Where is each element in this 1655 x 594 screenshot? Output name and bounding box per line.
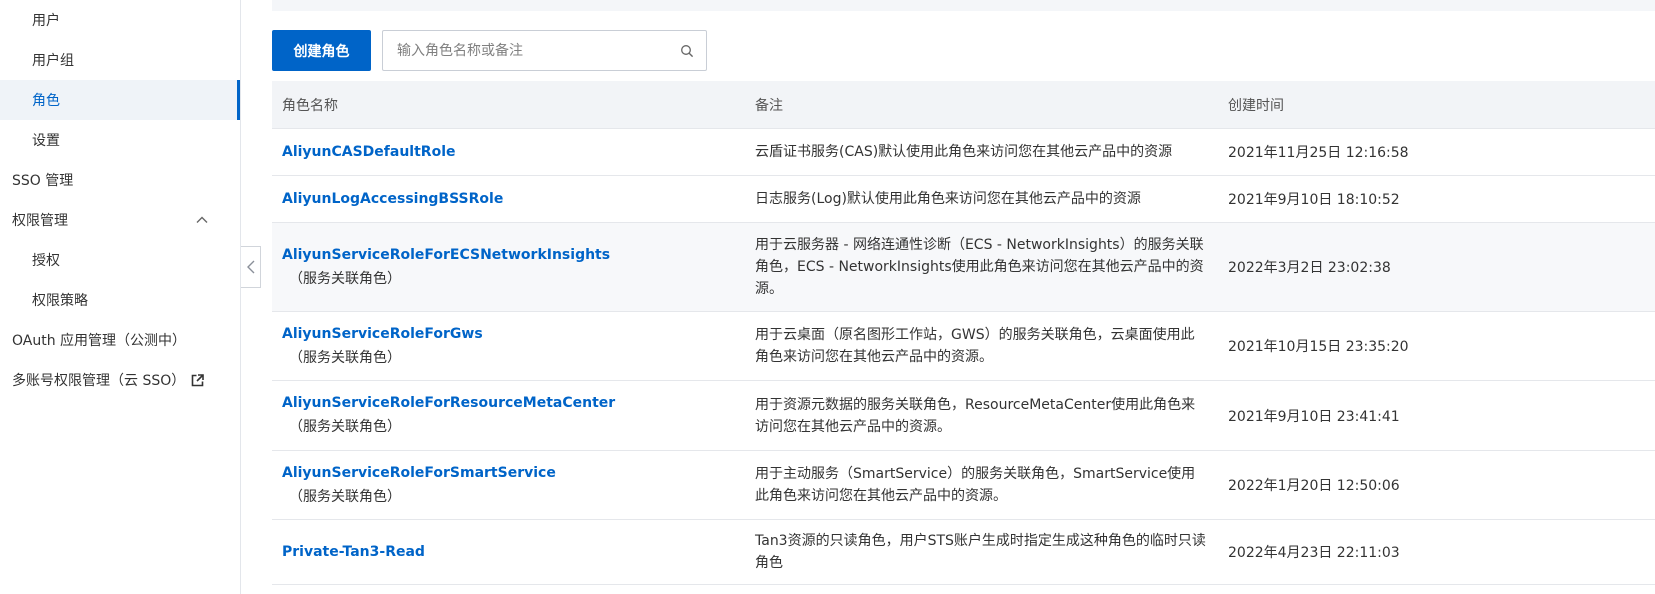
table-row: AliyunServiceRoleForGws （服务关联角色） 用于云桌面（原… bbox=[272, 312, 1655, 381]
column-header-created: 创建时间 bbox=[1228, 97, 1284, 114]
table-row: AliyunServiceRoleForECSNetworkInsights （… bbox=[272, 223, 1655, 312]
sidebar-item-label: SSO 管理 bbox=[12, 173, 74, 189]
chevron-left-icon bbox=[246, 260, 254, 274]
sidebar-item-oauth[interactable]: OAuth 应用管理（公测中） bbox=[0, 320, 240, 360]
sidebar-item-grants[interactable]: 授权 bbox=[0, 240, 240, 280]
service-linked-role-tag: （服务关联角色） bbox=[289, 270, 401, 287]
sidebar-item-users[interactable]: 用户 bbox=[0, 0, 240, 40]
column-header-name: 角色名称 bbox=[282, 97, 338, 114]
sidebar-collapse-handle[interactable] bbox=[241, 246, 261, 288]
external-link-icon bbox=[191, 373, 205, 386]
role-name-link[interactable]: AliyunCASDefaultRole bbox=[282, 144, 745, 160]
role-name-link[interactable]: AliyunServiceRoleForECSNetworkInsights bbox=[282, 247, 745, 263]
sidebar-item-label: 授权 bbox=[32, 253, 60, 269]
role-note: Tan3资源的只读角色，用户STS账户生成时指定生成这种角色的临时只读角色 bbox=[755, 533, 1206, 571]
sidebar-item-label: 角色 bbox=[32, 93, 60, 109]
role-created-time: 2022年3月2日 23:02:38 bbox=[1228, 260, 1391, 276]
sidebar-item-settings[interactable]: 设置 bbox=[0, 120, 240, 160]
role-note: 用于云桌面（原名图形工作站，GWS）的服务关联角色，云桌面使用此角色来访问您在其… bbox=[755, 327, 1195, 365]
sidebar-item-cloud-sso[interactable]: 多账号权限管理（云 SSO） bbox=[0, 360, 240, 400]
role-created-time: 2022年4月23日 22:11:03 bbox=[1228, 545, 1400, 561]
role-note: 日志服务(Log)默认使用此角色来访问您在其他云产品中的资源 bbox=[755, 191, 1141, 207]
sidebar-item-label: 多账号权限管理（云 SSO） bbox=[12, 373, 186, 389]
sidebar-item-sso[interactable]: SSO 管理 bbox=[0, 160, 240, 200]
sidebar-item-label: 用户 bbox=[32, 13, 60, 29]
sidebar-item-user-groups[interactable]: 用户组 bbox=[0, 40, 240, 80]
role-name-link[interactable]: AliyunServiceRoleForResourceMetaCenter bbox=[282, 395, 745, 411]
service-linked-role-tag: （服务关联角色） bbox=[289, 488, 401, 505]
service-linked-role-tag: （服务关联角色） bbox=[289, 419, 401, 435]
sidebar-item-label: 用户组 bbox=[32, 53, 74, 69]
role-name-link[interactable]: AliyunServiceRoleForGws bbox=[282, 326, 745, 342]
sidebar-item-policies[interactable]: 权限策略 bbox=[0, 280, 240, 320]
column-header-note: 备注 bbox=[755, 97, 783, 114]
role-name-link[interactable]: AliyunServiceRoleForSmartService bbox=[282, 465, 745, 481]
sidebar: 用户 用户组 角色 设置 SSO 管理 权限管理 授权 权限策略 OAuth 应… bbox=[0, 0, 241, 594]
role-created-time: 2021年10月15日 23:35:20 bbox=[1228, 339, 1409, 355]
role-name-link[interactable]: Private-Tan3-Read bbox=[282, 544, 745, 560]
create-role-button[interactable]: 创建角色 bbox=[272, 30, 371, 71]
sidebar-item-permissions[interactable]: 权限管理 bbox=[0, 200, 240, 240]
table-header: 角色名称 备注 创建时间 bbox=[272, 81, 1655, 129]
sidebar-item-roles[interactable]: 角色 bbox=[0, 80, 240, 120]
search-icon[interactable] bbox=[680, 44, 694, 58]
role-note: 用于主动服务（SmartService）的服务关联角色，SmartService… bbox=[755, 466, 1196, 504]
sidebar-item-label: 设置 bbox=[32, 133, 60, 149]
role-created-time: 2021年9月10日 23:41:41 bbox=[1228, 408, 1400, 425]
chevron-up-icon[interactable] bbox=[196, 214, 208, 226]
table-row: AliyunLogAccessingBSSRole 日志服务(Log)默认使用此… bbox=[272, 176, 1655, 223]
table-row: Private-Tan3-Read Tan3资源的只读角色，用户STS账户生成时… bbox=[272, 520, 1655, 585]
role-created-time: 2021年11月25日 12:16:58 bbox=[1228, 145, 1409, 161]
sidebar-item-label: 权限策略 bbox=[32, 293, 88, 309]
role-note: 用于云服务器 - 网络连通性诊断（ECS - NetworkInsights）的… bbox=[755, 237, 1204, 297]
top-banner-strip bbox=[272, 0, 1655, 11]
role-created-time: 2021年9月10日 18:10:52 bbox=[1228, 192, 1400, 208]
role-note: 用于资源元数据的服务关联角色，ResourceMetaCenter使用此角色来访… bbox=[755, 396, 1196, 435]
table-row: AliyunServiceRoleForSmartService （服务关联角色… bbox=[272, 451, 1655, 520]
role-note: 云盾证书服务(CAS)默认使用此角色来访问您在其他云产品中的资源 bbox=[755, 144, 1173, 160]
service-linked-role-tag: （服务关联角色） bbox=[289, 349, 401, 366]
table-row: AliyunServiceRoleForResourceMetaCenter （… bbox=[272, 381, 1655, 451]
sidebar-item-label: OAuth 应用管理（公测中） bbox=[12, 333, 187, 349]
search-input[interactable] bbox=[383, 31, 680, 70]
role-created-time: 2022年1月20日 12:50:06 bbox=[1228, 478, 1400, 494]
table-row: AliyunCASDefaultRole 云盾证书服务(CAS)默认使用此角色来… bbox=[272, 129, 1655, 176]
roles-table: 角色名称 备注 创建时间 AliyunCASDefaultRole 云盾证书服务… bbox=[272, 81, 1655, 585]
search-box bbox=[382, 30, 707, 71]
sidebar-item-label: 权限管理 bbox=[12, 213, 68, 229]
role-name-link[interactable]: AliyunLogAccessingBSSRole bbox=[282, 191, 745, 207]
